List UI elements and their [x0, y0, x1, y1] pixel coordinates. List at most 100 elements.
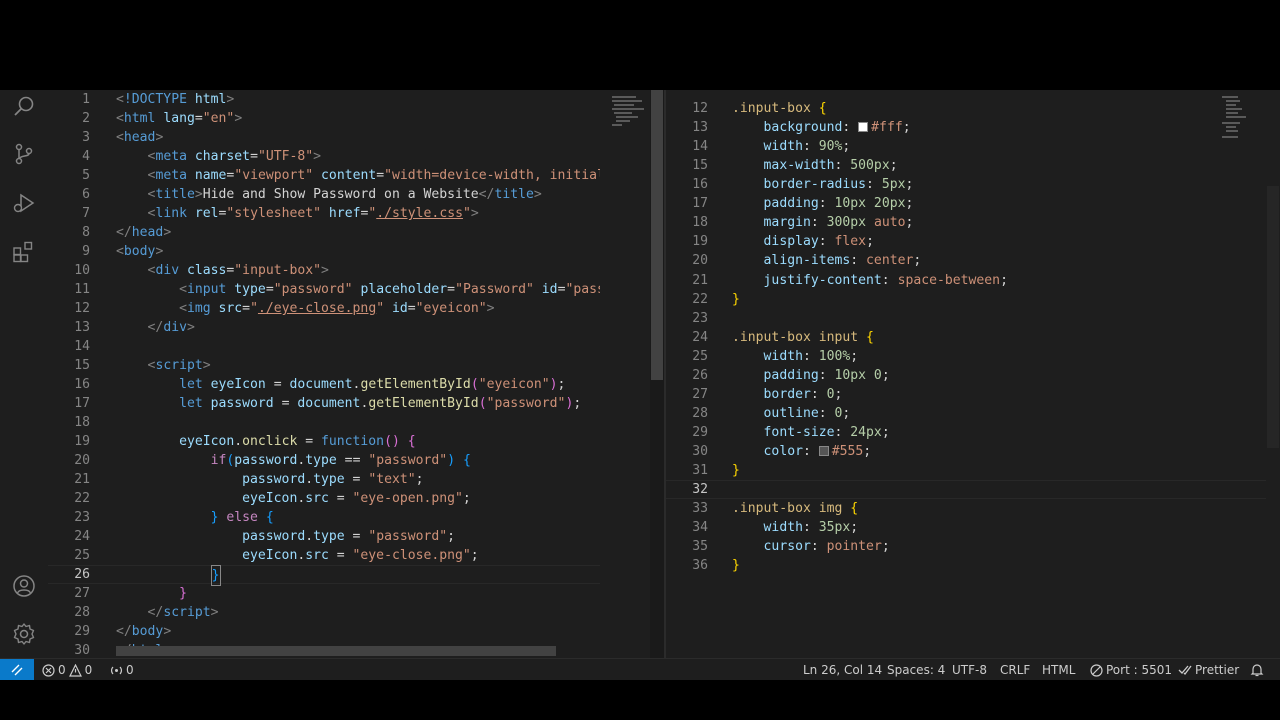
code-text: align-items: center; — [763, 253, 922, 269]
code-line[interactable]: 33 .input-box img { — [666, 499, 1280, 518]
code-line[interactable]: 26 } — [48, 565, 600, 586]
css-minimap[interactable] — [1222, 94, 1262, 144]
code-line[interactable]: 13 </div> — [48, 318, 600, 337]
settings-gear-icon[interactable] — [12, 622, 36, 646]
code-line[interactable]: 19 display: flex; — [666, 232, 1280, 251]
code-line[interactable]: 29 </body> — [48, 622, 600, 641]
prettier-formatter[interactable]: Prettier — [1178, 659, 1239, 680]
code-line[interactable]: 24 .input-box input { — [666, 328, 1280, 347]
code-line[interactable]: 9 <body> — [48, 242, 600, 261]
code-line[interactable]: 5 <meta name="viewport" content="width=d… — [48, 166, 600, 185]
code-text: <title>Hide and Show Password on a Websi… — [147, 187, 542, 202]
code-line[interactable]: 35 cursor: pointer; — [666, 537, 1280, 556]
horizontal-scrollbar-thumb[interactable] — [116, 646, 556, 656]
code-line[interactable]: 18 margin: 300px auto; — [666, 213, 1280, 232]
code-line[interactable]: 22} — [666, 290, 1280, 309]
code-line[interactable]: 28 </script> — [48, 603, 600, 622]
source-control-icon[interactable] — [12, 142, 36, 166]
notifications-button[interactable] — [1250, 659, 1264, 680]
color-swatch[interactable] — [858, 122, 869, 133]
code-line[interactable]: 29 font-size: 24px; — [666, 423, 1280, 442]
code-line[interactable]: 24 password.type = "password"; — [48, 527, 600, 546]
code-line[interactable]: 16 border-radius: 5px; — [666, 175, 1280, 194]
code-line[interactable]: 17 let password = document.getElementByI… — [48, 394, 600, 413]
remote-indicator-button[interactable] — [0, 659, 34, 680]
code-line[interactable]: 36} — [666, 556, 1280, 575]
live-server-port[interactable]: Port : 5501 — [1090, 659, 1172, 680]
code-line[interactable]: 27 } — [48, 584, 600, 603]
code-line[interactable]: 1 <!DOCTYPE html> — [48, 90, 600, 109]
code-line[interactable]: 6 <title>Hide and Show Password on a Web… — [48, 185, 600, 204]
code-line[interactable]: 7 <link rel="stylesheet" href="./style.c… — [48, 204, 600, 223]
code-line[interactable]: 11 <input type="password" placeholder="P… — [48, 280, 600, 299]
line-number: 21 — [692, 272, 708, 288]
line-number: 30 — [74, 643, 90, 658]
code-line[interactable]: 17 padding: 10px 20px; — [666, 194, 1280, 213]
code-line[interactable]: 10 <div class="input-box"> — [48, 261, 600, 280]
code-line[interactable]: 8 </head> — [48, 223, 600, 242]
code-line[interactable]: 30 color: #555; — [666, 442, 1280, 461]
code-line[interactable]: 26 padding: 10px 0; — [666, 366, 1280, 385]
code-line[interactable]: 18 — [48, 413, 600, 432]
code-line[interactable]: 28 outline: 0; — [666, 404, 1280, 423]
code-line[interactable]: 15 max-width: 500px; — [666, 156, 1280, 175]
code-line[interactable]: 21 password.type = "text"; — [48, 470, 600, 489]
code-line[interactable]: 19 eyeIcon.onclick = function() { — [48, 432, 600, 451]
code-line[interactable]: 12 .input-box { — [666, 99, 1280, 118]
video-letterbox-bottom — [0, 680, 1280, 720]
encoding-setting[interactable]: UTF-8 — [952, 659, 987, 680]
css-vertical-scrollbar[interactable] — [1266, 90, 1280, 658]
code-line[interactable]: 34 width: 35px; — [666, 518, 1280, 537]
css-editor-pane[interactable]: 12 .input-box {13 background: #fff; 14 wid… — [666, 90, 1280, 658]
line-number: 20 — [692, 253, 708, 269]
code-line[interactable]: 3 <head> — [48, 128, 600, 147]
code-line[interactable]: 4 <meta charset="UTF-8"> — [48, 147, 600, 166]
code-line[interactable]: 31} — [666, 461, 1280, 480]
scrollbar-thumb[interactable] — [1267, 186, 1279, 448]
line-number: 14 — [692, 139, 708, 155]
indentation-setting[interactable]: Spaces: 4 — [887, 659, 945, 680]
account-icon[interactable] — [12, 574, 36, 598]
line-number: 29 — [74, 624, 90, 639]
html-vertical-scrollbar[interactable] — [650, 90, 664, 658]
code-line[interactable]: 14 width: 90%; — [666, 137, 1280, 156]
run-debug-icon[interactable] — [12, 191, 36, 215]
code-line[interactable]: 20 if(password.type == "password") { — [48, 451, 600, 470]
line-number: 24 — [692, 329, 708, 345]
html-editor-pane[interactable]: 1 <!DOCTYPE html> 2 <html lang="en"> 3 <head>… — [48, 90, 600, 658]
code-line[interactable]: 2 <html lang="en"> — [48, 109, 600, 128]
port-label: Port : 5501 — [1106, 663, 1172, 677]
language-mode[interactable]: HTML — [1042, 659, 1075, 680]
cursor-position[interactable]: Ln 26, Col 14 — [803, 659, 882, 680]
code-text: font-size: 24px; — [763, 425, 890, 441]
code-line[interactable]: 23 — [666, 309, 1280, 328]
line-ending-setting[interactable]: CRLF — [1000, 659, 1030, 680]
problems-indicator[interactable]: 0 0 — [42, 659, 92, 680]
code-line[interactable]: 15 <script> — [48, 356, 600, 375]
line-number: 9 — [82, 244, 90, 259]
html-minimap[interactable] — [600, 90, 650, 658]
code-line[interactable]: 20 align-items: center; — [666, 251, 1280, 270]
extensions-icon[interactable] — [12, 240, 36, 264]
code-line[interactable]: 23 } else { — [48, 508, 600, 527]
code-line[interactable]: 25 width: 100%; — [666, 347, 1280, 366]
status-bar: 0 0 0 Ln 26, Col 14 Spaces: 4 UTF-8 CRLF… — [0, 658, 1280, 680]
ports-indicator[interactable]: 0 — [110, 659, 134, 680]
line-number: 28 — [74, 605, 90, 620]
code-text: password.type = "password"; — [242, 529, 456, 544]
scrollbar-thumb[interactable] — [651, 90, 663, 380]
code-line[interactable]: 12 <img src="./eye-close.png" id="eyeico… — [48, 299, 600, 318]
formatter-label: Prettier — [1195, 663, 1240, 677]
code-line[interactable]: 13 background: #fff; — [666, 118, 1280, 137]
color-swatch[interactable] — [818, 446, 829, 457]
line-number: 25 — [692, 348, 708, 364]
search-icon[interactable] — [12, 94, 36, 118]
code-line[interactable]: 32 — [666, 480, 1280, 499]
code-line[interactable]: 14 — [48, 337, 600, 356]
code-line[interactable]: 27 border: 0; — [666, 385, 1280, 404]
code-line[interactable]: 22 eyeIcon.src = "eye-open.png"; — [48, 489, 600, 508]
code-line[interactable]: 16 let eyeIcon = document.getElementById… — [48, 375, 600, 394]
code-text: width: 90%; — [763, 139, 851, 155]
code-line[interactable]: 25 eyeIcon.src = "eye-close.png"; — [48, 546, 600, 565]
code-line[interactable]: 21 justify-content: space-between; — [666, 271, 1280, 290]
